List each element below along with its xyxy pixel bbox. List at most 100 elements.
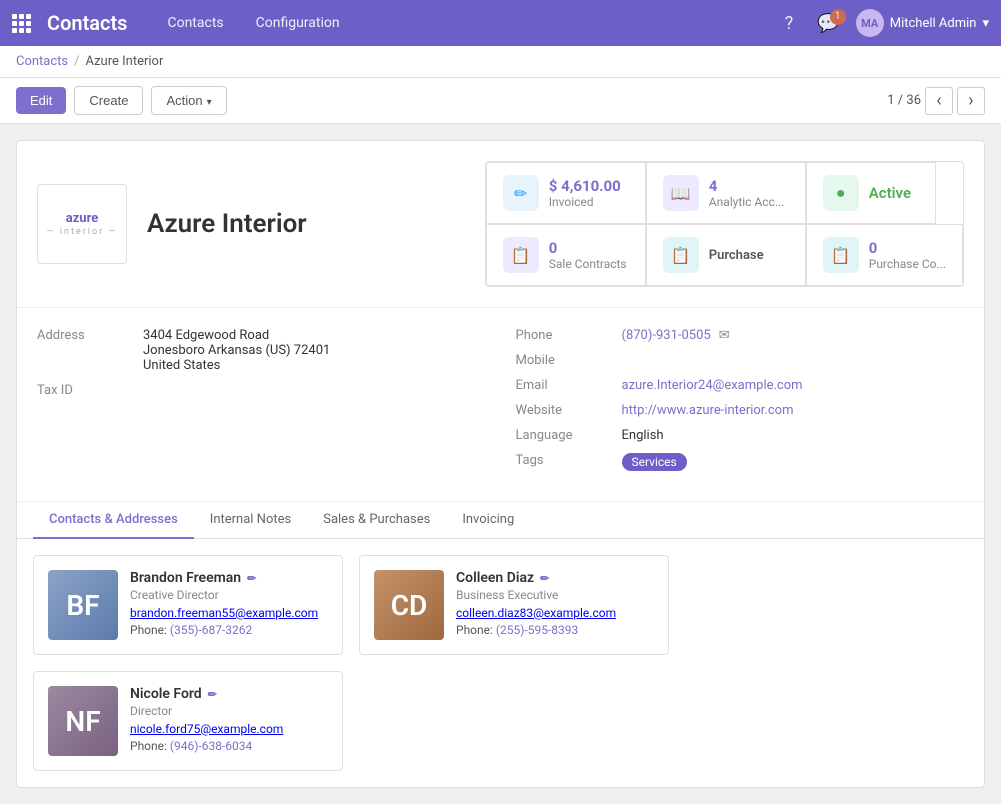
- edit-nicole-icon[interactable]: ✏: [208, 688, 217, 701]
- email-row: Email azure.Interior24@example.com: [516, 378, 965, 393]
- tags-label: Tags: [516, 453, 606, 468]
- top-navigation: Contacts Contacts Configuration ? 💬 1 MA…: [0, 0, 1001, 46]
- action-button[interactable]: Action: [151, 86, 226, 115]
- user-chevron-icon: ▾: [982, 16, 989, 31]
- analytic-icon: 📖: [663, 175, 699, 211]
- breadcrumb-parent[interactable]: Contacts: [16, 54, 68, 69]
- chevron-right-icon: [968, 90, 973, 111]
- main-content: azure — interior — Azure Interior ✏ $ 4,…: [16, 140, 985, 788]
- logo-text: azure: [47, 211, 118, 228]
- address-line1: 3404 Edgewood Road: [143, 328, 330, 343]
- phone-link[interactable]: (870)-931-0505: [622, 328, 711, 343]
- stat-active[interactable]: ● Active: [806, 162, 936, 224]
- details-left: Address 3404 Edgewood Road Jonesboro Ark…: [37, 328, 486, 481]
- contact-photo-colleen: CD: [374, 570, 444, 640]
- app-switcher-icon[interactable]: [12, 14, 31, 33]
- tag-services[interactable]: Services: [622, 453, 687, 471]
- tab-internal-notes[interactable]: Internal Notes: [194, 502, 307, 539]
- contacts-grid: BF Brandon Freeman ✏ Creative Director b…: [17, 539, 984, 787]
- create-button[interactable]: Create: [74, 86, 143, 115]
- contact-photo-nicole: NF: [48, 686, 118, 756]
- edit-colleen-icon[interactable]: ✏: [540, 572, 549, 585]
- contact-role-nicole: Director: [130, 704, 328, 718]
- stat-purchase[interactable]: 📋 Purchase: [646, 224, 806, 286]
- nav-contacts[interactable]: Contacts: [159, 15, 231, 31]
- email-link[interactable]: azure.Interior24@example.com: [622, 378, 803, 393]
- stat-analytic[interactable]: 📖 4 Analytic Acc...: [646, 162, 806, 224]
- stat-invoiced[interactable]: ✏ $ 4,610.00 Invoiced: [486, 162, 646, 224]
- tab-sales-purchases[interactable]: Sales & Purchases: [307, 502, 446, 539]
- invoiced-label: Invoiced: [549, 195, 621, 209]
- phone-value: (870)-931-0505 ✉: [622, 328, 730, 343]
- contact-role-brandon: Creative Director: [130, 588, 328, 602]
- email-label: Email: [516, 378, 606, 393]
- action-chevron-icon: [207, 93, 212, 108]
- active-value: Active: [869, 184, 911, 202]
- breadcrumb: Contacts / Azure Interior: [0, 46, 1001, 78]
- app-name: Contacts: [47, 11, 127, 35]
- contact-phone-nicole: Phone: (946)-638-6034: [130, 739, 328, 753]
- company-logo: azure — interior —: [37, 184, 127, 264]
- pagination: 1 / 36: [887, 87, 985, 115]
- tax-id-row: Tax ID: [37, 383, 486, 398]
- edit-button[interactable]: Edit: [16, 87, 66, 114]
- purchase-label: Purchase: [709, 248, 764, 263]
- website-value: http://www.azure-interior.com: [622, 403, 794, 418]
- language-value: English: [622, 428, 664, 443]
- contact-name-nicole: Nicole Ford: [130, 686, 202, 702]
- purchase-contracts-icon: 📋: [823, 237, 859, 273]
- chat-badge: 1: [830, 9, 846, 25]
- help-icon[interactable]: ?: [785, 13, 794, 34]
- tax-id-label: Tax ID: [37, 383, 127, 398]
- invoiced-value: $ 4,610.00: [549, 177, 621, 195]
- contact-card-brandon: BF Brandon Freeman ✏ Creative Director b…: [33, 555, 343, 655]
- language-row: Language English: [516, 428, 965, 443]
- contact-phone-colleen: Phone: (255)-595-8393: [456, 623, 654, 637]
- prev-page-button[interactable]: [925, 87, 953, 115]
- address-value: 3404 Edgewood Road Jonesboro Arkansas (U…: [143, 328, 330, 373]
- stat-sale-contracts[interactable]: 📋 0 Sale Contracts: [486, 224, 646, 286]
- company-header: azure — interior — Azure Interior ✏ $ 4,…: [17, 141, 984, 308]
- user-menu[interactable]: MA Mitchell Admin ▾: [856, 9, 989, 37]
- contact-info-nicole: Nicole Ford ✏ Director nicole.ford75@exa…: [130, 686, 328, 753]
- edit-brandon-icon[interactable]: ✏: [247, 572, 256, 585]
- action-button-label: Action: [166, 93, 202, 108]
- phone-email-icon[interactable]: ✉: [719, 328, 730, 343]
- contact-email-brandon[interactable]: brandon.freeman55@example.com: [130, 606, 328, 620]
- contact-card-nicole: NF Nicole Ford ✏ Director nicole.ford75@…: [33, 671, 343, 771]
- phone-label: Phone: [516, 328, 606, 343]
- details-right: Phone (870)-931-0505 ✉ Mobile Email azur…: [516, 328, 965, 481]
- stat-purchase-contracts[interactable]: 📋 0 Purchase Co...: [806, 224, 963, 286]
- contact-email-colleen[interactable]: colleen.diaz83@example.com: [456, 606, 654, 620]
- website-row: Website http://www.azure-interior.com: [516, 403, 965, 418]
- tabs-bar: Contacts & Addresses Internal Notes Sale…: [17, 502, 984, 539]
- address-line3: United States: [143, 358, 330, 373]
- sale-contracts-icon: 📋: [503, 237, 539, 273]
- chat-icon[interactable]: 💬 1: [817, 13, 839, 34]
- invoiced-icon: ✏: [503, 175, 539, 211]
- contact-info-brandon: Brandon Freeman ✏ Creative Director bran…: [130, 570, 328, 637]
- purchase-contracts-value: 0: [869, 239, 946, 257]
- analytic-label: Analytic Acc...: [709, 195, 785, 209]
- page-count: 1 / 36: [887, 93, 921, 108]
- tags-value: Services: [622, 453, 687, 471]
- username: Mitchell Admin: [890, 16, 977, 31]
- analytic-value: 4: [709, 177, 785, 195]
- contact-name-brandon: Brandon Freeman: [130, 570, 241, 586]
- phone-row: Phone (870)-931-0505 ✉: [516, 328, 965, 343]
- nav-configuration[interactable]: Configuration: [248, 15, 348, 31]
- language-label: Language: [516, 428, 606, 443]
- next-page-button[interactable]: [957, 87, 985, 115]
- mobile-row: Mobile: [516, 353, 965, 368]
- logo-sub: — interior —: [47, 227, 118, 237]
- contact-photo-brandon: BF: [48, 570, 118, 640]
- tab-contacts-addresses[interactable]: Contacts & Addresses: [33, 502, 194, 539]
- contact-email-nicole[interactable]: nicole.ford75@example.com: [130, 722, 328, 736]
- contact-phone-brandon: Phone: (355)-687-3262: [130, 623, 328, 637]
- avatar: MA: [856, 9, 884, 37]
- details-section: Address 3404 Edgewood Road Jonesboro Ark…: [17, 308, 984, 502]
- tab-invoicing[interactable]: Invoicing: [446, 502, 530, 539]
- purchase-icon: 📋: [663, 237, 699, 273]
- purchase-contracts-label: Purchase Co...: [869, 257, 946, 271]
- website-link[interactable]: http://www.azure-interior.com: [622, 403, 794, 418]
